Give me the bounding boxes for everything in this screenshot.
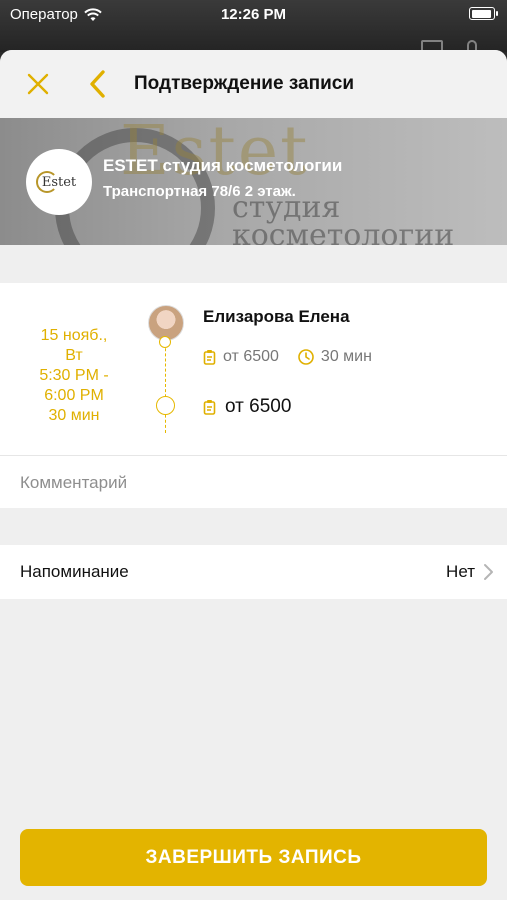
- salon-logo: Estet: [26, 149, 92, 215]
- service-details: от 6500 30 мин: [203, 348, 372, 366]
- master-name: Елизарова Елена: [203, 307, 350, 326]
- price-tag-icon: [203, 350, 216, 365]
- timeline-line: [165, 338, 166, 433]
- status-bar: Оператор 12:26 PM: [0, 0, 507, 56]
- banner-subtitle-2: косметологии: [232, 218, 455, 245]
- salon-name: ESTET студия косметологии: [103, 156, 343, 175]
- chevron-right-icon: [484, 564, 493, 580]
- booking-confirmation-sheet: Подтверждение записи Estet студия космет…: [0, 50, 507, 900]
- comment-input[interactable]: [20, 456, 487, 509]
- finish-booking-button[interactable]: ЗАВЕРШИТЬ ЗАПИСЬ: [20, 829, 487, 886]
- page-title: Подтверждение записи: [134, 73, 354, 94]
- navigation-bar: Подтверждение записи: [0, 50, 507, 118]
- clock-icon: [298, 349, 314, 365]
- reminder-row[interactable]: Напоминание Нет: [0, 545, 507, 599]
- back-chevron-icon[interactable]: [84, 68, 112, 100]
- salon-address: Транспортная 78/6 2 этаж.: [103, 183, 296, 200]
- logo-text: Estet: [35, 170, 77, 193]
- total-price: от 6500: [225, 396, 292, 417]
- banner-brand-word: Estet: [120, 118, 310, 191]
- salon-banner: Estet студия косметологии Estet ESTET ст…: [0, 118, 507, 245]
- time-end: 6:00 PM: [44, 387, 104, 404]
- clock: 12:26 PM: [220, 6, 287, 23]
- battery-icon: [469, 7, 498, 20]
- comment-row: [0, 455, 507, 509]
- service-duration: 30 мин: [320, 348, 372, 365]
- appointment-datetime: 15 нояб., Вт 5:30 PM - 6:00 PM 30 мин: [0, 326, 148, 426]
- reminder-value: Нет: [446, 562, 475, 581]
- price-tag-icon: [203, 400, 216, 415]
- appointment-card: 15 нояб., Вт 5:30 PM - 6:00 PM 30 мин Ел…: [0, 283, 507, 455]
- timeline-dot-total: [156, 396, 175, 415]
- reminder-label: Напоминание: [20, 562, 129, 581]
- weekday: Вт: [65, 347, 83, 364]
- service-price: от 6500: [223, 348, 279, 365]
- total-row: от 6500: [203, 396, 291, 418]
- timeline-dot: [159, 336, 171, 348]
- close-icon[interactable]: [24, 70, 52, 98]
- date-line: 15 нояб.,: [40, 327, 108, 344]
- duration: 30 мин: [48, 407, 100, 424]
- time-start: 5:30 PM -: [39, 367, 109, 384]
